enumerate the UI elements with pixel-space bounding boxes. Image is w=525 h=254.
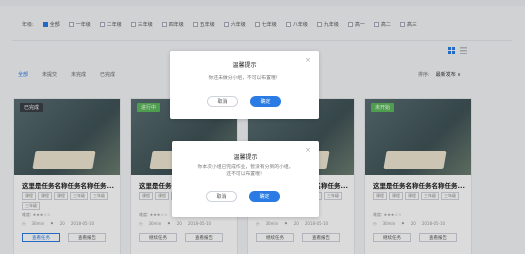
- modal-message-line2: 还不可以布置哦！: [226, 172, 265, 177]
- close-icon[interactable]: ×: [305, 56, 311, 64]
- modal-title: 温馨提示: [233, 154, 258, 161]
- modal-title: 温馨提示: [232, 62, 257, 69]
- modal-message: 你还未做分小组，不可以布置哦！: [208, 76, 281, 81]
- alert-modal-2: 温馨提示 × 你本次小组已完成作业，暂没有分到的小组， 还不可以布置哦！ 取消 …: [172, 141, 319, 217]
- close-icon[interactable]: ×: [305, 146, 311, 154]
- alert-modal-1: 温馨提示 × 你还未做分小组，不可以布置哦！ 取消 确定: [170, 51, 319, 119]
- confirm-button[interactable]: 确定: [249, 191, 280, 202]
- cancel-button[interactable]: 取消: [207, 96, 238, 107]
- modal-message-line1: 你本次小组已完成作业，暂没有分到的小组，: [197, 165, 294, 170]
- confirm-button[interactable]: 确定: [250, 96, 281, 107]
- page: 年级: 全部 一年级 二年级 三年级 四年级 五年级 六年级 七年级 八年级 九年级 高一 高二 高三 …: [0, 0, 525, 254]
- cancel-button[interactable]: 取消: [206, 191, 237, 202]
